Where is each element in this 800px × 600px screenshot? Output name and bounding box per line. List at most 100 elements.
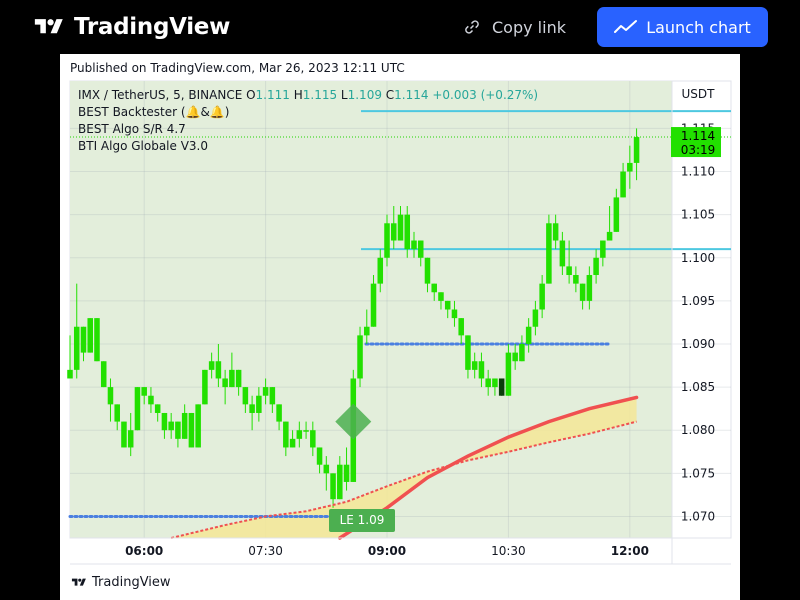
candle-body xyxy=(330,473,336,500)
candle-body xyxy=(566,266,572,276)
copy-link-button[interactable]: Copy link xyxy=(462,12,566,42)
candle-body xyxy=(539,283,545,310)
candle-body xyxy=(424,257,431,284)
candle-body xyxy=(377,257,384,284)
brand[interactable]: TradingView xyxy=(30,10,230,44)
candle-body xyxy=(370,283,377,327)
candle-body xyxy=(181,412,188,439)
copy-link-label: Copy link xyxy=(492,17,566,37)
countdown-label: 03:19 xyxy=(681,143,716,157)
candle-body xyxy=(235,369,242,388)
candle-body xyxy=(573,275,579,284)
x-tick-label: 09:00 xyxy=(368,544,406,558)
footer-brand[interactable]: TradingView xyxy=(70,575,171,590)
high-label: H xyxy=(294,88,303,102)
candle-body xyxy=(404,214,411,250)
candle-body xyxy=(600,240,606,258)
candle-body xyxy=(593,257,599,276)
candle-body xyxy=(620,171,626,198)
candle-body xyxy=(175,421,181,439)
brand-name: TradingView xyxy=(74,14,231,40)
candle-body xyxy=(532,309,539,327)
candle-body xyxy=(310,430,316,448)
candle-body xyxy=(559,240,566,267)
launch-chart-button[interactable]: Launch chart xyxy=(597,7,768,47)
change-value: +0.003 (+0.27%) xyxy=(432,88,538,102)
candle-body xyxy=(519,343,525,362)
open-label: O xyxy=(246,88,255,102)
candle-body xyxy=(384,223,390,258)
candle-body xyxy=(444,300,451,310)
candle-body xyxy=(107,387,114,405)
candle-body xyxy=(242,387,249,405)
candle-body xyxy=(451,309,458,319)
indicator-legend: BTI Algo Globale V3.0 xyxy=(78,139,208,153)
candle-body xyxy=(552,223,559,241)
symbol-name: IMX / TetherUS, 5, BINANCE xyxy=(78,88,246,102)
top-bar: TradingView Copy link Launch chart xyxy=(0,0,800,54)
candle-body xyxy=(87,318,94,353)
candle-body xyxy=(249,404,255,413)
candle-body xyxy=(465,335,471,370)
candle-body xyxy=(80,326,87,353)
candle-body xyxy=(397,214,404,241)
candle-body xyxy=(606,231,613,241)
chart-line-icon xyxy=(614,20,638,33)
candle-body xyxy=(627,162,633,172)
candle-body xyxy=(337,464,343,500)
candle-body xyxy=(364,326,370,336)
chart[interactable]: LE 1.09 USDT 1.115 1.110 1.105 1.100 1.095 1.09… xyxy=(60,54,740,600)
y-tick-label: 1.080 xyxy=(681,423,715,437)
candle-body xyxy=(121,421,127,448)
candle-body xyxy=(512,352,518,362)
y-tick-label: 1.100 xyxy=(681,251,715,265)
symbol-legend: IMX / TetherUS, 5, BINANCE O1.111 H1.115… xyxy=(78,88,538,102)
candle-body xyxy=(283,421,289,448)
y-tick-label: 1.095 xyxy=(681,294,715,308)
candle-body xyxy=(141,387,147,396)
candle-body xyxy=(579,283,586,301)
candle-body xyxy=(208,361,215,370)
low-value: 1.109 xyxy=(348,88,386,102)
candle-body xyxy=(215,361,222,379)
candle-body xyxy=(546,223,552,284)
y-tick-label: 1.090 xyxy=(681,337,715,351)
open-value: 1.111 xyxy=(256,88,294,102)
candle-body xyxy=(202,369,208,405)
candle-body xyxy=(303,430,309,432)
candle-body xyxy=(222,378,228,388)
y-tick-label: 1.085 xyxy=(681,380,715,394)
candle-body xyxy=(438,292,444,301)
candle-body xyxy=(357,335,363,379)
candle-body xyxy=(343,464,350,482)
x-tick-label: 06:00 xyxy=(125,544,163,558)
candle-body xyxy=(498,378,505,396)
candle-body xyxy=(67,369,73,379)
candle-body xyxy=(478,361,485,379)
candle-body xyxy=(411,240,417,250)
high-value: 1.115 xyxy=(303,88,341,102)
tradingview-logo-icon xyxy=(71,578,86,586)
candle-body xyxy=(161,412,168,431)
y-tick-label: 1.075 xyxy=(681,466,715,480)
x-tick-label: 12:00 xyxy=(611,544,649,558)
candle-body xyxy=(471,361,478,370)
candle-body xyxy=(256,395,262,413)
trade-label: LE 1.09 xyxy=(340,513,385,527)
candle-body xyxy=(633,137,640,163)
candle-body xyxy=(73,326,80,370)
last-price-label: 1.114 xyxy=(681,129,715,143)
indicator-legend: BEST Algo S/R 4.7 xyxy=(78,122,186,136)
x-tick-label: 07:30 xyxy=(248,544,283,558)
link-icon xyxy=(465,20,479,34)
candle-body xyxy=(296,430,303,439)
candle-body xyxy=(431,283,437,293)
candle-body xyxy=(94,318,100,362)
candle-body xyxy=(316,447,323,465)
candle-body xyxy=(195,404,201,448)
candle-body xyxy=(492,378,498,388)
candle-body xyxy=(148,395,154,405)
x-tick-label: 10:30 xyxy=(491,544,526,558)
candle-body xyxy=(114,404,120,422)
candle-body xyxy=(229,369,235,388)
